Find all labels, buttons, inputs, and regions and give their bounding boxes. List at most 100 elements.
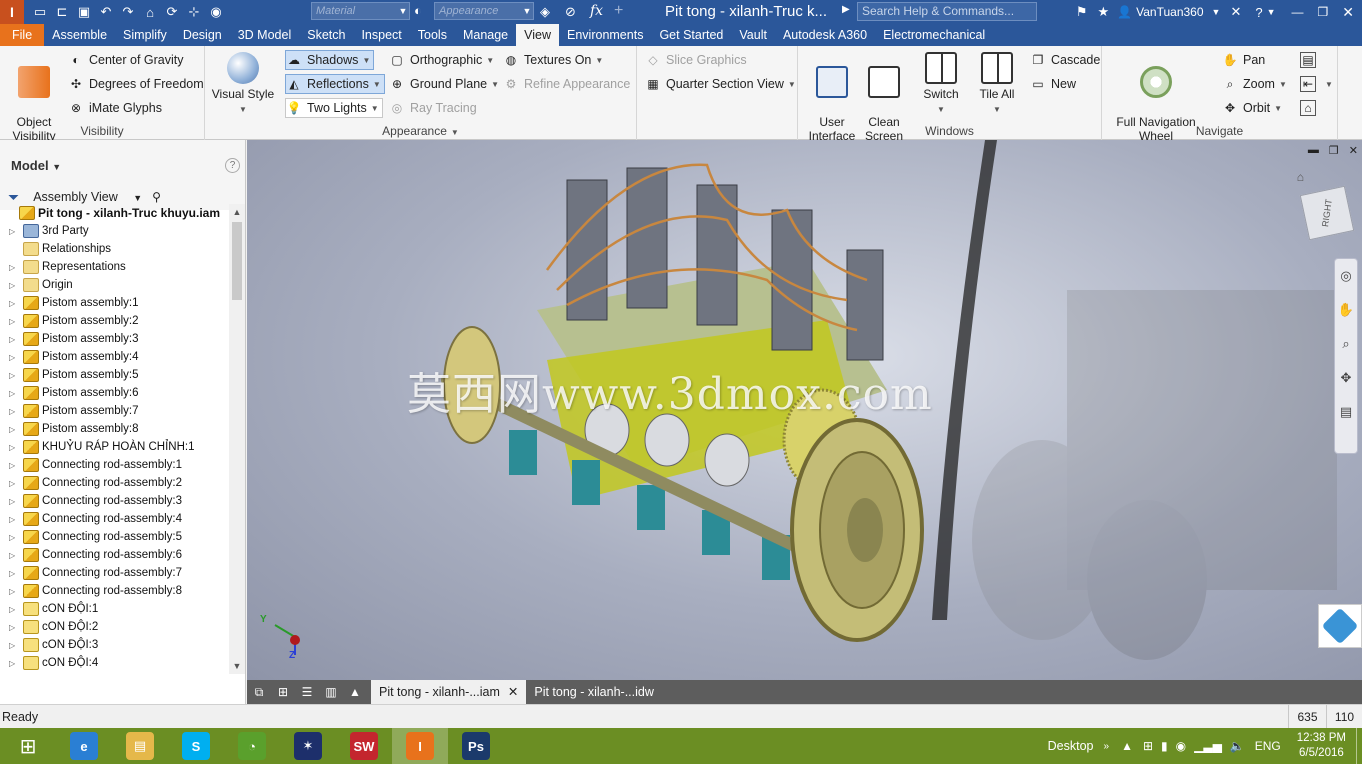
open-icon[interactable]: ⊏ [52,3,72,21]
chevron-right-icon[interactable]: » [1104,741,1110,752]
filter-icon[interactable]: ⏷ [8,189,19,206]
tree-item[interactable]: ▷ Pistom assembly:8 [0,420,228,438]
zoom-button[interactable]: ⌕ Zoom ▼ [1222,74,1287,94]
help-icon[interactable]: ? [1255,5,1262,20]
expand-icon[interactable]: ▷ [9,551,17,560]
chevron-down-icon[interactable]: ▼ [1279,80,1287,89]
plus-icon[interactable]: + [614,2,623,20]
expand-icon[interactable]: ▷ [9,641,17,650]
tab-sketch[interactable]: Sketch [299,24,353,46]
close-tab-icon[interactable]: ✕ [508,685,518,699]
ground-plane-button[interactable]: ⊕ Ground Plane ▼ [389,74,499,94]
tree-item[interactable]: ▷ Pistom assembly:6 [0,384,228,402]
tree-item[interactable]: ▷ Connecting rod-assembly:4 [0,510,228,528]
tree-item[interactable]: ▷ Pistom assembly:5 [0,366,228,384]
chevron-down-icon[interactable]: ▼ [486,56,494,65]
tree-item[interactable]: ▷ Connecting rod-assembly:7 [0,564,228,582]
expand-icon[interactable]: ▷ [9,281,17,290]
tree-item[interactable]: ▷ Representations [0,258,228,276]
chevron-down-icon[interactable]: ▼ [1267,7,1276,17]
reflections-button[interactable]: ◭ Reflections ▼ [285,74,385,94]
tile-windows-icon[interactable]: ⊞ [271,685,295,699]
chevron-right-icon[interactable]: ▶ [842,4,850,15]
tab-view[interactable]: View [516,24,560,46]
document-tab[interactable]: Pit tong - xilanh-...idw [526,680,662,704]
appearance-ball-icon[interactable]: ◐ [414,3,422,18]
material-dropdown[interactable]: Material ▼ [311,2,410,20]
tab-vault[interactable]: Vault [731,24,775,46]
scroll-up-icon[interactable]: ▲ [229,204,245,220]
expand-icon[interactable]: ▷ [9,263,17,272]
tab-autodesk-a360[interactable]: Autodesk A360 [775,24,875,46]
previous-view-button[interactable]: ⇤ ▼ [1300,74,1333,94]
pan-hand-icon[interactable]: ✋ [1335,293,1357,327]
home-icon[interactable]: ⌂ [140,3,160,21]
tile-vertical-icon[interactable]: ▥ [319,685,343,699]
show-hidden-icons[interactable]: ▲ [1121,739,1133,753]
visual-style-button[interactable]: Visual Style ▼ [211,52,275,117]
restore-icon[interactable]: ❐ [1318,5,1329,19]
browser-title-dropdown[interactable]: Model ▼ [11,158,61,173]
tab-3d-model[interactable]: 3D Model [230,24,300,46]
taskbar-inventor-pro[interactable]: I [392,728,448,764]
zoom-icon[interactable]: ⌕ [1335,327,1357,361]
document-tab[interactable]: Pit tong - xilanh-...iam ✕ [371,680,527,704]
cascade-windows-icon[interactable]: ⧉ [247,685,271,700]
chevron-down-icon[interactable]: ▼ [595,56,603,65]
adjust-icon[interactable]: ◈ [540,4,550,20]
restore-icon[interactable]: ❐ [1329,144,1339,157]
tree-item[interactable]: ▷ Origin [0,276,228,294]
scroll-thumb[interactable] [232,222,242,300]
expand-icon[interactable]: ▷ [9,659,17,668]
close-icon[interactable]: ✕ [1349,144,1358,157]
expand-icon[interactable]: ▷ [9,425,17,434]
tree-item[interactable]: ▷ Pistom assembly:2 [0,312,228,330]
expand-icon[interactable]: ▷ [9,443,17,452]
undo-icon[interactable]: ↶ [96,3,116,21]
expand-icon[interactable]: ▷ [9,533,17,542]
new-window-button[interactable]: ▭ New [1030,74,1076,94]
user-name[interactable]: VanTuan360 [1136,5,1203,19]
windows-flag-icon[interactable]: ⊞ [1143,739,1153,753]
chevron-down-icon[interactable]: ▼ [1325,80,1333,89]
pan-button[interactable]: ✋ Pan [1222,50,1266,70]
expand-icon[interactable]: ▷ [9,389,17,398]
clock[interactable]: 12:38 PM 6/5/2016 [1297,731,1346,761]
inventor-logo[interactable]: I [0,0,24,24]
find-binoculars-icon[interactable]: ⚲ [152,190,161,204]
taskbar-solidworks-2016[interactable]: SW [336,728,392,764]
taskbar-app-fractal[interactable]: ✶ [280,728,336,764]
expand-icon[interactable]: ▷ [9,515,17,524]
minimize-icon[interactable]: — [1292,5,1304,19]
desktop-toolbar[interactable]: Desktop [1048,739,1094,753]
save-icon[interactable]: ▣ [74,3,94,21]
tile-horizontal-icon[interactable]: ☰ [295,685,319,699]
expand-icon[interactable]: ▷ [9,353,17,362]
home-view-button[interactable]: ⌂ [1300,98,1321,118]
taskbar-skype[interactable]: S [168,728,224,764]
tree-item[interactable]: ▷ 3rd Party [0,222,228,240]
tree-item[interactable]: ▷ Connecting rod-assembly:6 [0,546,228,564]
orbit-button[interactable]: ✥ Orbit ▼ [1222,98,1282,118]
expand-icon[interactable]: ▷ [9,479,17,488]
chevron-down-icon[interactable]: ▼ [788,80,796,89]
favorite-star-icon[interactable]: ★ [1098,4,1110,20]
new-icon[interactable]: ▭ [30,3,50,21]
language-indicator[interactable]: ENG [1255,739,1281,753]
tab-tools[interactable]: Tools [410,24,455,46]
expand-icon[interactable]: ▷ [9,335,17,344]
look-at-icon[interactable]: ▤ [1335,395,1357,429]
imate-glyphs-button[interactable]: ⊗ iMate Glyphs [68,98,162,118]
tree-item[interactable]: Relationships [0,240,228,258]
tree-item[interactable]: ▷ Pistom assembly:4 [0,348,228,366]
quarter-section-view-button[interactable]: ▦ Quarter Section View ▼ [645,74,796,94]
view-face-button[interactable]: ▤ [1300,50,1321,70]
expand-icon[interactable]: ▷ [9,299,17,308]
wifi-icon[interactable]: ▁▃▅ [1194,739,1222,753]
tab-design[interactable]: Design [175,24,230,46]
expand-icon[interactable]: ▷ [9,497,17,506]
expand-icon[interactable]: ▷ [9,623,17,632]
cascade-button[interactable]: ❐ Cascade [1030,50,1101,70]
scroll-down-icon[interactable]: ▼ [229,658,245,674]
switch-button[interactable]: Switch ▼ [916,52,966,117]
